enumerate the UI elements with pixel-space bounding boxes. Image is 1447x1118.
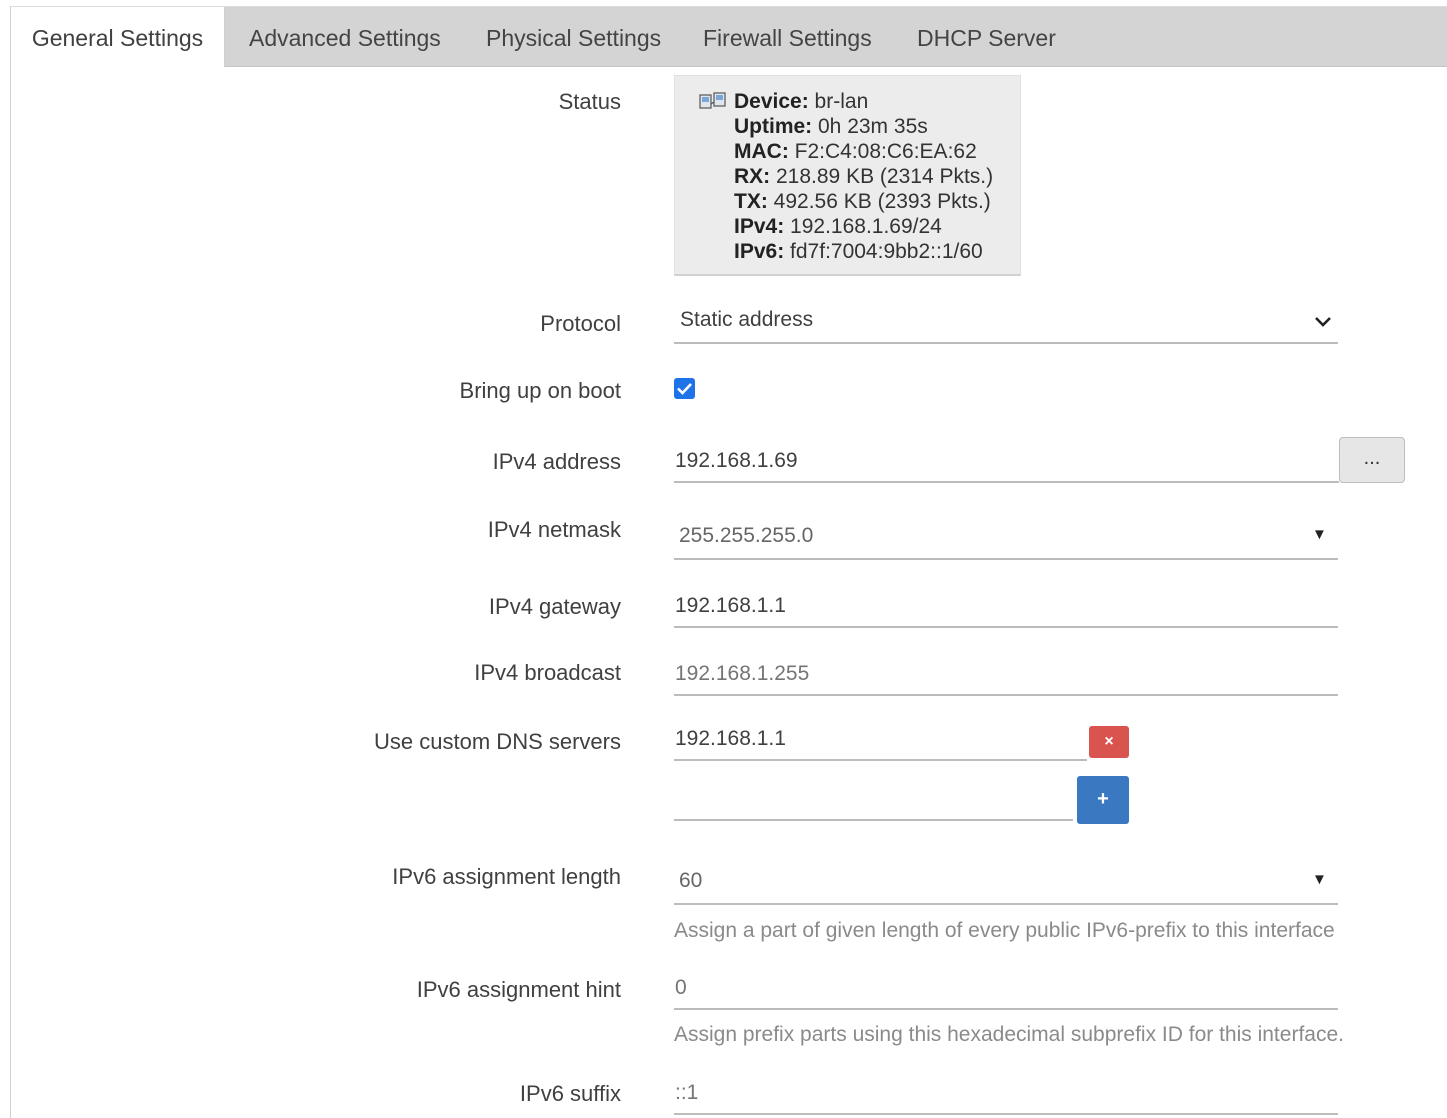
ipv4-netmask-select[interactable]: 255.255.255.0 ▼: [674, 518, 1338, 560]
tab-general-settings[interactable]: General Settings: [11, 7, 225, 67]
status-ipv4: IPv4: 192.168.1.69/24: [734, 215, 942, 238]
protocol-label: Protocol: [540, 311, 621, 336]
tab-dhcp-server[interactable]: DHCP Server: [917, 7, 1056, 66]
remove-dns-button[interactable]: ×: [1089, 726, 1129, 758]
chevron-down-icon: [1315, 317, 1331, 327]
checkmark-icon: [677, 383, 692, 395]
ipv6-hint-help: Assign prefix parts using this hexadecim…: [674, 1023, 1344, 1046]
status-device: Device: br-lan: [734, 90, 869, 113]
dns-server-new-input[interactable]: [674, 779, 1073, 821]
status-rx: RX: 218.89 KB (2314 Pkts.): [734, 165, 994, 188]
protocol-select[interactable]: Static address: [674, 302, 1338, 344]
ipv6-suffix-input[interactable]: [674, 1073, 1338, 1115]
network-device-icon: [699, 92, 726, 109]
tab-firewall-settings[interactable]: Firewall Settings: [703, 7, 872, 66]
boot-checkbox[interactable]: [674, 378, 695, 399]
tab-physical-settings[interactable]: Physical Settings: [486, 7, 661, 66]
ipv4-address-label: IPv4 address: [492, 449, 621, 474]
ipv4-broadcast-label: IPv4 broadcast: [474, 660, 621, 685]
ipv6-length-select[interactable]: 60 ▼: [674, 863, 1338, 905]
dns-server-input[interactable]: [674, 719, 1087, 761]
status-uptime: Uptime: 0h 23m 35s: [734, 115, 928, 138]
dropdown-arrow-icon: ▼: [1312, 871, 1327, 888]
ipv4-gateway-input[interactable]: [674, 586, 1338, 628]
status-tx: TX: 492.56 KB (2393 Pkts.): [734, 190, 991, 213]
ipv4-netmask-value: 255.255.255.0: [679, 524, 814, 547]
ipv6-hint-label: IPv6 assignment hint: [416, 977, 621, 1002]
dropdown-arrow-icon: ▼: [1312, 526, 1327, 543]
status-label: Status: [558, 89, 621, 114]
ipv4-gateway-label: IPv4 gateway: [488, 594, 621, 619]
ipv4-address-more-button[interactable]: ...: [1339, 437, 1405, 483]
ipv4-address-input[interactable]: [674, 441, 1339, 483]
ipv6-suffix-label: IPv6 suffix: [519, 1081, 621, 1106]
tab-bar: General Settings Advanced Settings Physi…: [11, 7, 1447, 67]
boot-label: Bring up on boot: [459, 378, 621, 403]
dns-label: Use custom DNS servers: [374, 729, 621, 754]
protocol-value: Static address: [680, 308, 814, 331]
ipv4-broadcast-input[interactable]: [674, 654, 1338, 696]
ipv4-netmask-label: IPv4 netmask: [487, 517, 621, 542]
status-details: Device: br-lan Uptime: 0h 23m 35s MAC: F…: [734, 89, 993, 264]
ipv6-length-hint: Assign a part of given length of every p…: [674, 919, 1335, 942]
status-mac: MAC: F2:C4:08:C6:EA:62: [734, 140, 977, 163]
interface-settings-panel: General Settings Advanced Settings Physi…: [10, 6, 1447, 1118]
tab-advanced-settings[interactable]: Advanced Settings: [249, 7, 441, 66]
ipv6-length-label: IPv6 assignment length: [392, 864, 621, 889]
status-ipv6: IPv6: fd7f:7004:9bb2::1/60: [734, 240, 983, 263]
ipv6-length-value: 60: [679, 869, 703, 892]
add-dns-button[interactable]: +: [1077, 776, 1129, 824]
status-box: Device: br-lan Uptime: 0h 23m 35s MAC: F…: [674, 75, 1021, 276]
ipv6-hint-input[interactable]: [674, 968, 1338, 1010]
